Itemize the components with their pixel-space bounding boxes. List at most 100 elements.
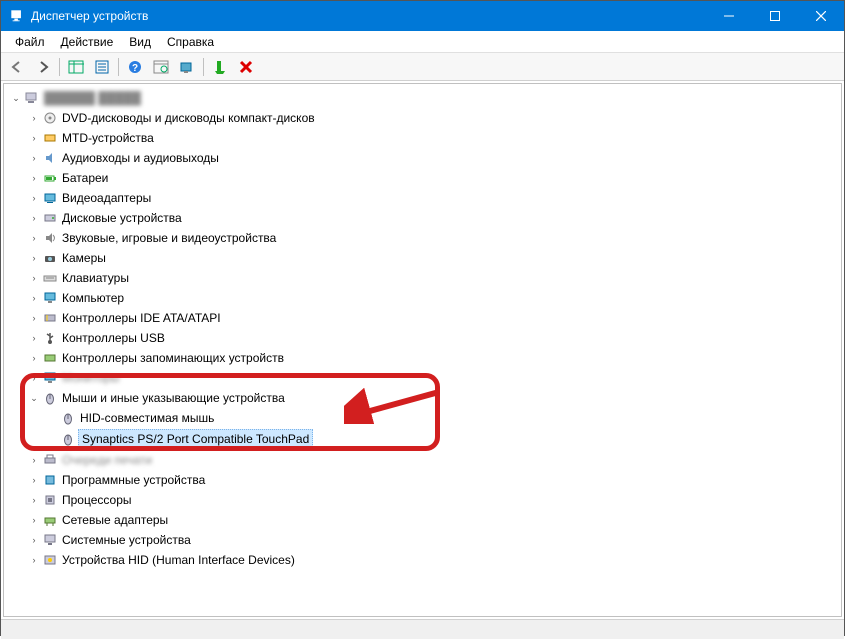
toolbar-divider	[203, 58, 204, 76]
network-icon	[42, 512, 58, 528]
root-node[interactable]: ⌄ ██████ █████	[10, 88, 835, 108]
cpu-icon	[42, 492, 58, 508]
tree-item-battery[interactable]: › Батареи	[28, 168, 835, 188]
window-controls	[706, 1, 844, 31]
menu-action[interactable]: Действие	[53, 33, 122, 51]
expand-icon[interactable]: ›	[28, 192, 40, 204]
app-icon	[9, 8, 25, 24]
menu-help[interactable]: Справка	[159, 33, 222, 51]
close-button[interactable]	[798, 1, 844, 31]
tree-item-hid[interactable]: › Устройства HID (Human Interface Devices…	[28, 550, 835, 570]
tree-item-mouse[interactable]: ⌄Мыши и иные указывающие устройства	[28, 388, 835, 408]
help-button[interactable]: ?	[123, 56, 147, 78]
tree-label: DVD-дисководы и дисководы компакт-дисков	[60, 109, 317, 127]
properties-button[interactable]	[90, 56, 114, 78]
tree-label: Системные устройства	[60, 531, 193, 549]
tree-item-audio[interactable]: ›Аудиовходы и аудиовыходы	[28, 148, 835, 168]
menubar: Файл Действие Вид Справка	[1, 31, 844, 53]
expand-icon[interactable]: ›	[28, 352, 40, 364]
expand-icon[interactable]: ›	[28, 312, 40, 324]
tree-item-cpu[interactable]: ›Процессоры	[28, 490, 835, 510]
tree-label: Сетевые адаптеры	[60, 511, 170, 529]
video-icon	[42, 190, 58, 206]
expand-icon[interactable]: ›	[28, 332, 40, 344]
tree-item-camera[interactable]: › Камеры	[28, 248, 835, 268]
expand-icon[interactable]: ›	[28, 272, 40, 284]
tree-item-system[interactable]: › Системные устройства	[28, 530, 835, 550]
maximize-button[interactable]	[752, 1, 798, 31]
enable-button[interactable]	[208, 56, 232, 78]
monitor-icon	[42, 370, 58, 386]
mouse-icon	[60, 410, 76, 426]
tree-label: Программные устройства	[60, 471, 207, 489]
device-tree-panel[interactable]: ⌄ ██████ █████ › DVD-дисководы и дисковод…	[3, 83, 842, 617]
tree-item-print[interactable]: › Очереди печати	[28, 450, 835, 470]
mtd-icon	[42, 130, 58, 146]
mouse-icon	[42, 390, 58, 406]
back-button[interactable]	[5, 56, 29, 78]
svg-text:?: ?	[132, 63, 138, 74]
expand-icon[interactable]: ›	[28, 372, 40, 384]
tree-item-storage[interactable]: › Контроллеры запоминающих устройств	[28, 348, 835, 368]
tree-label: Камеры	[60, 249, 108, 267]
tree-item-software[interactable]: › Программные устройства	[28, 470, 835, 490]
expand-icon[interactable]: ›	[28, 232, 40, 244]
expand-icon[interactable]: ›	[28, 514, 40, 526]
tree-item-video[interactable]: ›Видеоадаптеры	[28, 188, 835, 208]
computer-icon	[24, 90, 40, 106]
window-title: Диспетчер устройств	[31, 9, 148, 23]
minimize-button[interactable]	[706, 1, 752, 31]
expand-icon[interactable]: ›	[28, 494, 40, 506]
expand-icon[interactable]: ›	[28, 112, 40, 124]
root-label: ██████ █████	[42, 89, 143, 107]
disk-icon	[42, 210, 58, 226]
tree-label: Звуковые, игровые и видеоустройства	[60, 229, 278, 247]
tree-item-dvd[interactable]: › DVD-дисководы и дисководы компакт-диско…	[28, 108, 835, 128]
expand-icon[interactable]: ›	[28, 554, 40, 566]
menu-file[interactable]: Файл	[7, 33, 53, 51]
tree-item-ide[interactable]: › Контроллеры IDE ATA/ATAPI	[28, 308, 835, 328]
camera-icon	[42, 250, 58, 266]
show-hide-tree-button[interactable]	[64, 56, 88, 78]
expand-icon[interactable]: ›	[28, 152, 40, 164]
expand-icon[interactable]: ⌄	[10, 92, 22, 104]
expand-icon[interactable]: ⌄	[28, 392, 40, 404]
expand-icon[interactable]: ›	[28, 252, 40, 264]
computer-icon	[42, 290, 58, 306]
storage-icon	[42, 350, 58, 366]
printer-icon	[42, 452, 58, 468]
tree-item-monitor[interactable]: ›Мониторы	[28, 368, 835, 388]
expand-icon[interactable]: ›	[28, 474, 40, 486]
expand-icon[interactable]: ›	[28, 454, 40, 466]
dvd-icon	[42, 110, 58, 126]
battery-icon	[42, 170, 58, 186]
tree-label: Очереди печати	[60, 451, 154, 469]
tree-item-network[interactable]: › Сетевые адаптеры	[28, 510, 835, 530]
expand-icon[interactable]: ›	[28, 534, 40, 546]
tree-item-keyboard[interactable]: › Клавиатуры	[28, 268, 835, 288]
expand-icon[interactable]: ›	[28, 172, 40, 184]
tree-label: Контроллеры запоминающих устройств	[60, 349, 286, 367]
update-driver-button[interactable]	[175, 56, 199, 78]
toolbar-divider	[118, 58, 119, 76]
tree-label: Клавиатуры	[60, 269, 131, 287]
menu-view[interactable]: Вид	[121, 33, 159, 51]
scan-button[interactable]	[149, 56, 173, 78]
tree-item-synaptics-touchpad[interactable]: ›Synaptics PS/2 Port Compatible TouchPad	[46, 428, 835, 450]
expand-icon[interactable]: ›	[28, 212, 40, 224]
tree-item-hid-mouse[interactable]: ›HID-совместимая мышь	[46, 408, 835, 428]
tree-item-sound[interactable]: › Звуковые, игровые и видеоустройства	[28, 228, 835, 248]
tree-label: HID-совместимая мышь	[78, 409, 216, 427]
ide-icon	[42, 310, 58, 326]
tree-item-computer[interactable]: ›Компьютер	[28, 288, 835, 308]
tree-label: Батареи	[60, 169, 110, 187]
tree-item-mtd[interactable]: ›MTD-устройства	[28, 128, 835, 148]
tree-label: Контроллеры IDE ATA/ATAPI	[60, 309, 223, 327]
expand-icon[interactable]: ›	[28, 292, 40, 304]
tree-item-usb[interactable]: ›Контроллеры USB	[28, 328, 835, 348]
forward-button[interactable]	[31, 56, 55, 78]
expand-icon[interactable]: ›	[28, 132, 40, 144]
tree-item-disk[interactable]: ›Дисковые устройства	[28, 208, 835, 228]
tree-label: Устройства HID (Human Interface Devices)	[60, 551, 297, 569]
uninstall-button[interactable]	[234, 56, 258, 78]
